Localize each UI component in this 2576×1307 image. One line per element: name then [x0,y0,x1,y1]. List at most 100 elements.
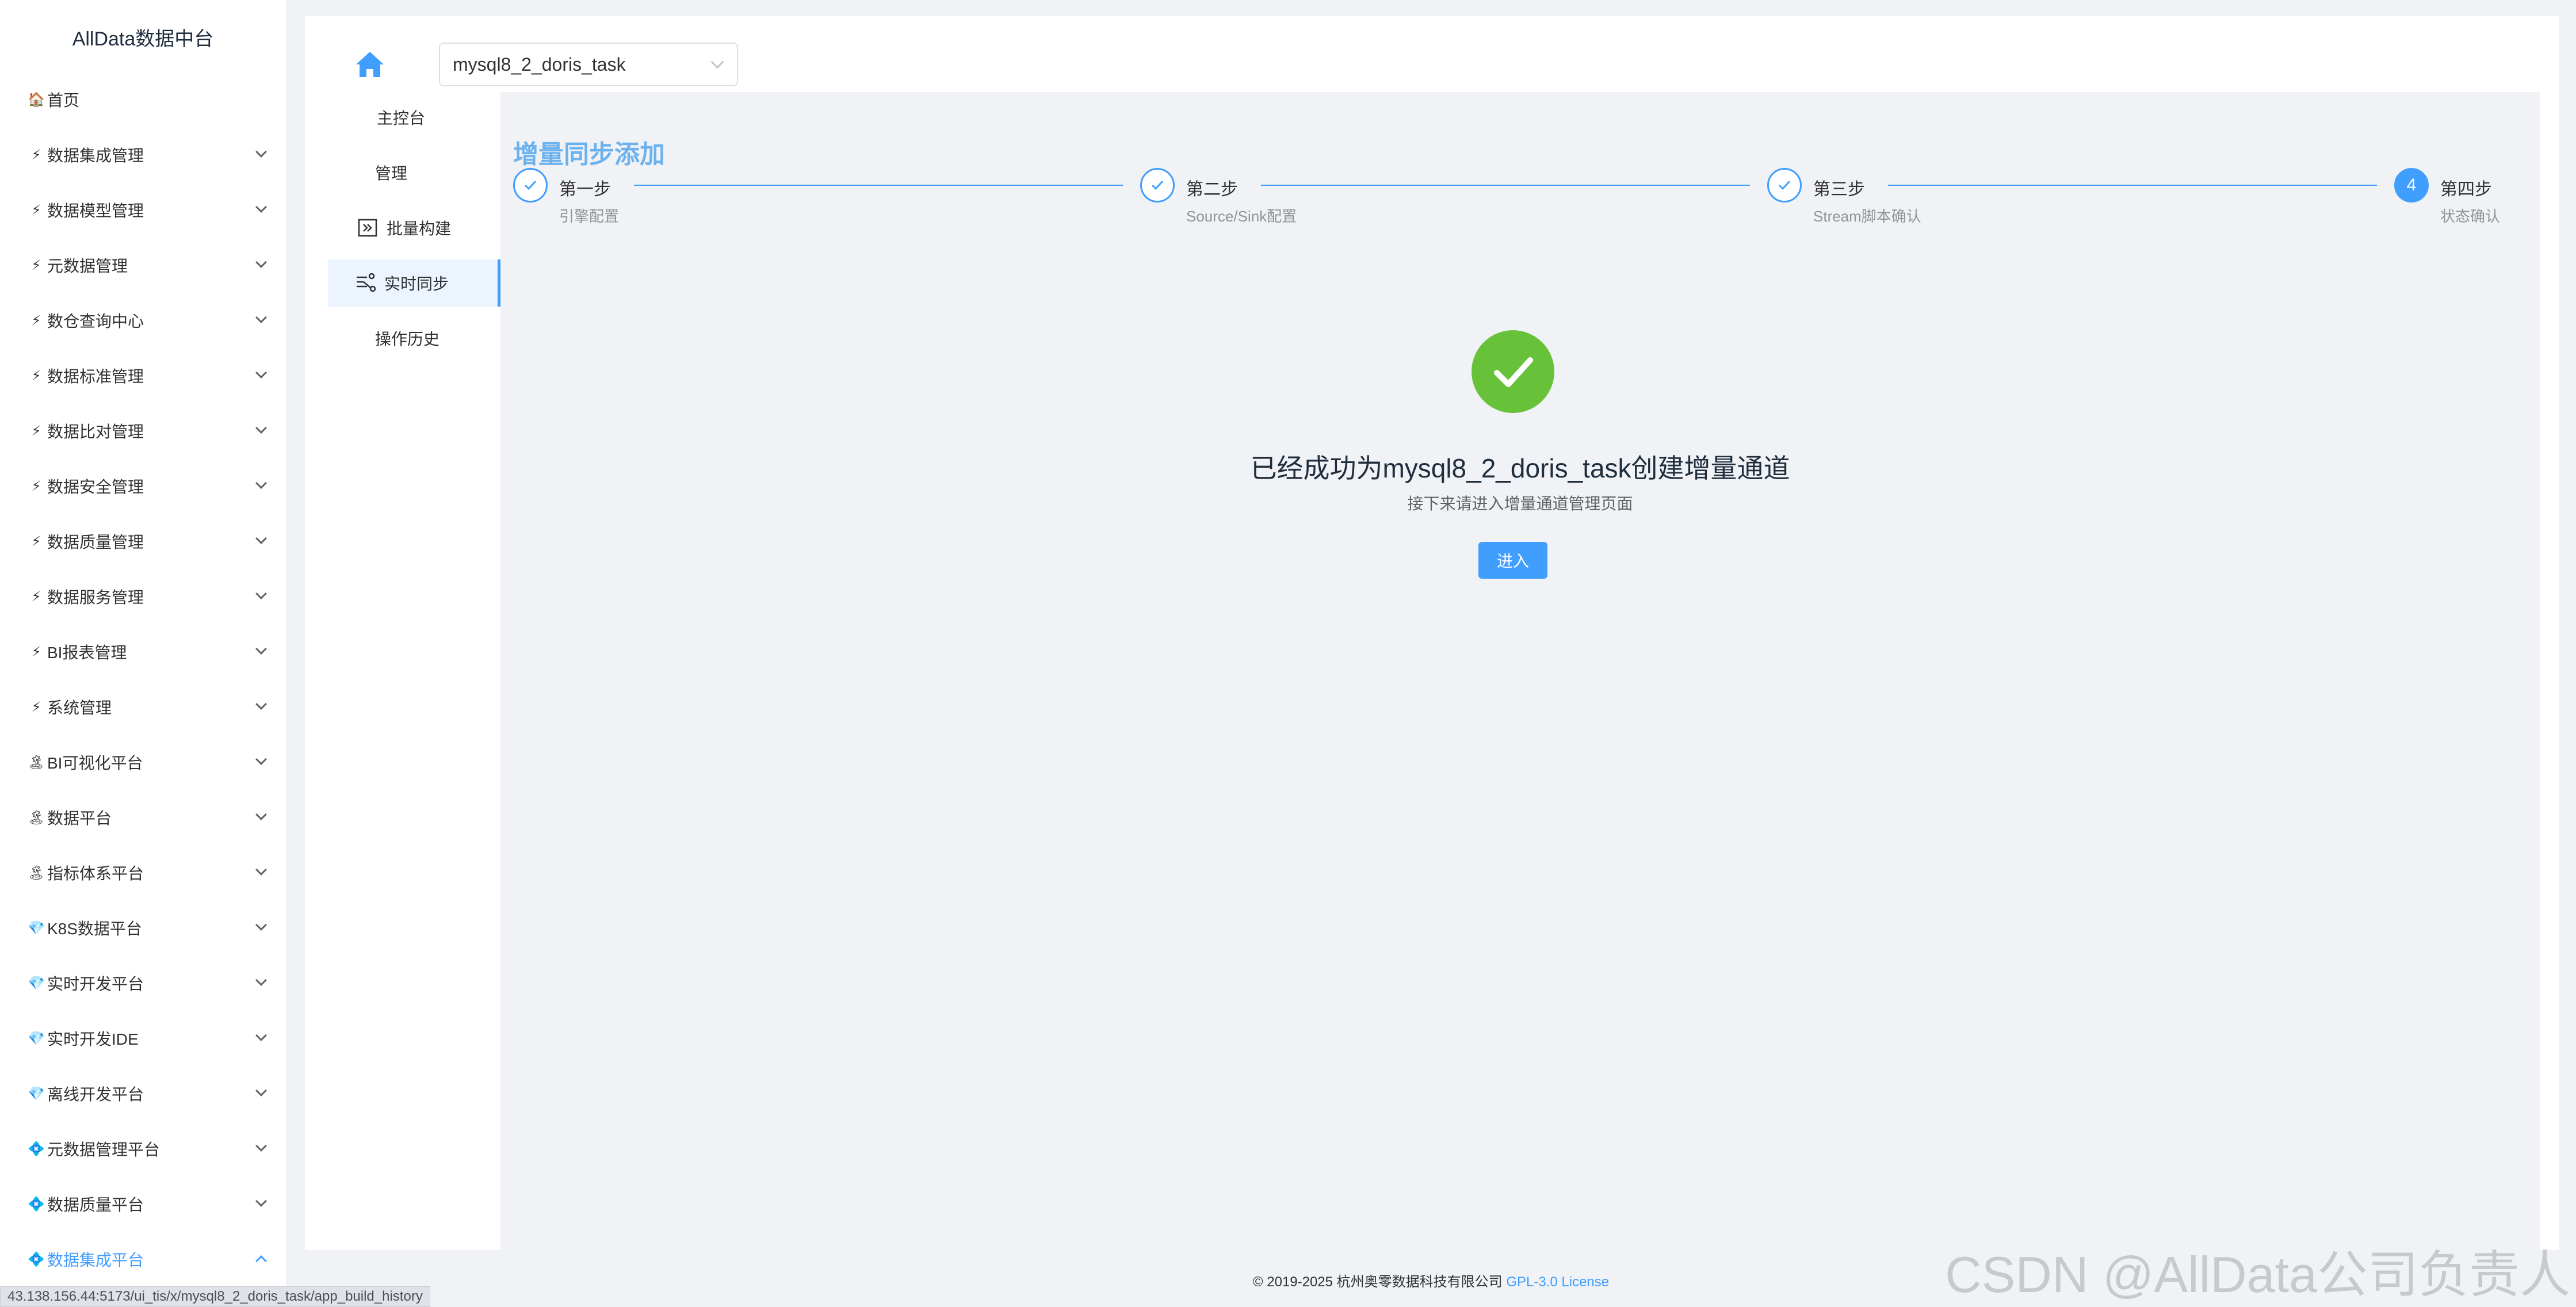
gem-icon: 💎 [28,920,45,936]
chevron-down-icon [255,1195,267,1207]
sidebar-item-label: 数据质量管理 [47,533,144,551]
step-title: 第三步 [1813,180,1865,199]
sidebar-item-data-model-mgmt[interactable]: ⚡ 数据模型管理 [0,182,286,238]
sidebar-item-offline-dev-platform[interactable]: 💎 离线开发平台 [0,1066,286,1121]
sidebar-item-data-security-mgmt[interactable]: ⚡ 数据安全管理 [0,458,286,514]
sidebar-item-metric-platform[interactable]: 🏝 指标体系平台 [0,845,286,900]
step-4: 4 第四步 状态确认 [2394,168,2500,225]
subnav-item-label: 主控台 [377,109,426,127]
sidebar-item-data-quality-platform[interactable]: 💠 数据质量平台 [0,1176,286,1232]
step-connector [1261,185,1750,186]
sidebar-item-data-integration-mgmt[interactable]: ⚡ 数据集成管理 [0,127,286,182]
sidebar-item-label: 实时开发平台 [47,975,144,993]
status-url: 43.138.156.44:5173/ui_tis/x/mysql8_2_dor… [0,1286,430,1307]
sidebar-item-data-integration-platform[interactable]: 💠 数据集成平台 [0,1232,286,1287]
chevron-down-icon [255,1140,267,1152]
sidebar-item-home[interactable]: 🏠 首页 [0,72,286,127]
chevron-down-icon [255,201,267,213]
sidebar-item-label: 元数据管理 [47,257,128,275]
subnav-item-label: 批量构建 [387,220,452,238]
sidebar-item-label: 数据安全管理 [47,478,144,496]
lightning-icon: ⚡ [31,644,41,660]
step-connector [1888,185,2377,186]
sidebar-item-label: 数据比对管理 [47,423,144,441]
check-icon [1767,168,1802,202]
lightning-icon: ⚡ [31,147,41,163]
chevron-up-icon [255,1255,267,1267]
page-title: 增量同步添加 [513,140,665,169]
enter-button[interactable]: 进入 [1478,542,1547,579]
step-title: 第一步 [559,180,611,199]
subnav-item-console[interactable]: 主控台 [328,94,500,141]
check-icon [513,168,548,202]
task-select-value: mysql8_2_doris_task [453,53,626,75]
check-icon [1140,168,1175,202]
steps: 第一步 引擎配置 第二步 Source/Sink配置 第三步 Stream脚本确… [513,168,2532,237]
sidebar-item-bi-report-mgmt[interactable]: ⚡ BI报表管理 [0,624,286,679]
step-title: 第四步 [2440,180,2492,199]
step-number: 4 [2394,168,2429,202]
chevron-down-icon [255,367,267,379]
step-desc: 引擎配置 [559,208,620,225]
license-link[interactable]: GPL-3.0 License [1506,1274,1609,1290]
chevron-down-icon [255,919,267,931]
chevron-down-icon [255,312,267,323]
sidebar-item-label: 数据平台 [47,809,112,827]
sidebar-item-label: 首页 [47,91,80,109]
sidebar: AllData数据中台 🏠 首页 ⚡ 数据集成管理 ⚡ 数据模型管理 ⚡ 元数据… [0,0,286,1307]
sidebar-item-system-mgmt[interactable]: ⚡ 系统管理 [0,679,286,735]
sidebar-item-bi-visual-platform[interactable]: 🏝 BI可视化平台 [0,735,286,790]
subnav-item-manage[interactable]: 管理 [328,149,500,196]
lightning-icon: ⚡ [31,588,41,605]
step-desc: Stream脚本确认 [1813,208,1921,225]
sidebar-item-k8s-platform[interactable]: 💎 K8S数据平台 [0,900,286,956]
sidebar-item-label: BI报表管理 [47,644,127,662]
batch-build-icon [358,219,377,237]
success-check-icon [1472,330,1554,413]
sidebar-item-realtime-ide[interactable]: 💎 实时开发IDE [0,1011,286,1066]
sidebar-item-data-compare-mgmt[interactable]: ⚡ 数据比对管理 [0,403,286,458]
step-3: 第三步 Stream脚本确认 [1767,168,1921,225]
sidebar-item-label: 系统管理 [47,699,112,717]
subnav-item-realtime-sync[interactable]: 实时同步 [328,259,500,307]
step-2: 第二步 Source/Sink配置 [1140,168,1297,225]
sidebar-item-metadata-platform[interactable]: 💠 元数据管理平台 [0,1121,286,1176]
chevron-down-icon [255,809,267,820]
gem-icon: 💎 [28,1030,45,1046]
sidebar-item-label: 数据服务管理 [47,588,144,606]
sidebar-item-label: 数据标准管理 [47,368,144,385]
sidebar-item-data-quality-mgmt[interactable]: ⚡ 数据质量管理 [0,514,286,569]
sidebar-menu: 🏠 首页 ⚡ 数据集成管理 ⚡ 数据模型管理 ⚡ 元数据管理 ⚡ 数仓查询中心 … [0,72,286,1287]
gem-icon: 💎 [28,975,45,991]
sidebar-item-realtime-dev-platform[interactable]: 💎 实时开发平台 [0,956,286,1011]
task-select[interactable]: mysql8_2_doris_task [439,43,738,86]
subnav-item-operation-history[interactable]: 操作历史 [328,315,500,362]
sidebar-item-label: 数据质量平台 [47,1196,144,1214]
step-title: 第二步 [1186,180,1238,199]
chevron-down-icon [255,146,267,158]
sidebar-item-data-platform[interactable]: 🏝 数据平台 [0,790,286,845]
chevron-down-icon [255,533,267,544]
step-1: 第一步 引擎配置 [513,168,619,225]
step-connector [634,185,1123,186]
home-icon[interactable] [354,49,386,79]
chevron-down-icon [255,864,267,876]
lightning-icon: ⚡ [31,368,41,384]
subnav-item-batch-build[interactable]: 批量构建 [328,204,500,251]
result-title: 已经成功为mysql8_2_doris_task创建增量通道 [1250,453,1790,483]
lightning-icon: ⚡ [31,423,41,439]
diamond-shape-icon: 💠 [28,1251,45,1267]
sub-nav: 主控台 管理 批量构建 实时同步 操作历史 [328,94,500,370]
sidebar-item-label: 实时开发IDE [47,1030,139,1048]
subnav-item-label: 操作历史 [375,330,440,348]
chevron-down-icon [255,698,267,710]
sidebar-item-warehouse-query[interactable]: ⚡ 数仓查询中心 [0,293,286,348]
lightning-icon: ⚡ [31,699,41,715]
sidebar-item-data-service-mgmt[interactable]: ⚡ 数据服务管理 [0,569,286,624]
sidebar-item-label: 数据集成管理 [47,147,144,165]
sidebar-item-data-standard-mgmt[interactable]: ⚡ 数据标准管理 [0,348,286,403]
chevron-down-icon [255,588,267,599]
chevron-down-icon [255,422,267,434]
island-icon: 🏝 [28,865,45,881]
sidebar-item-metadata-mgmt[interactable]: ⚡ 元数据管理 [0,238,286,293]
